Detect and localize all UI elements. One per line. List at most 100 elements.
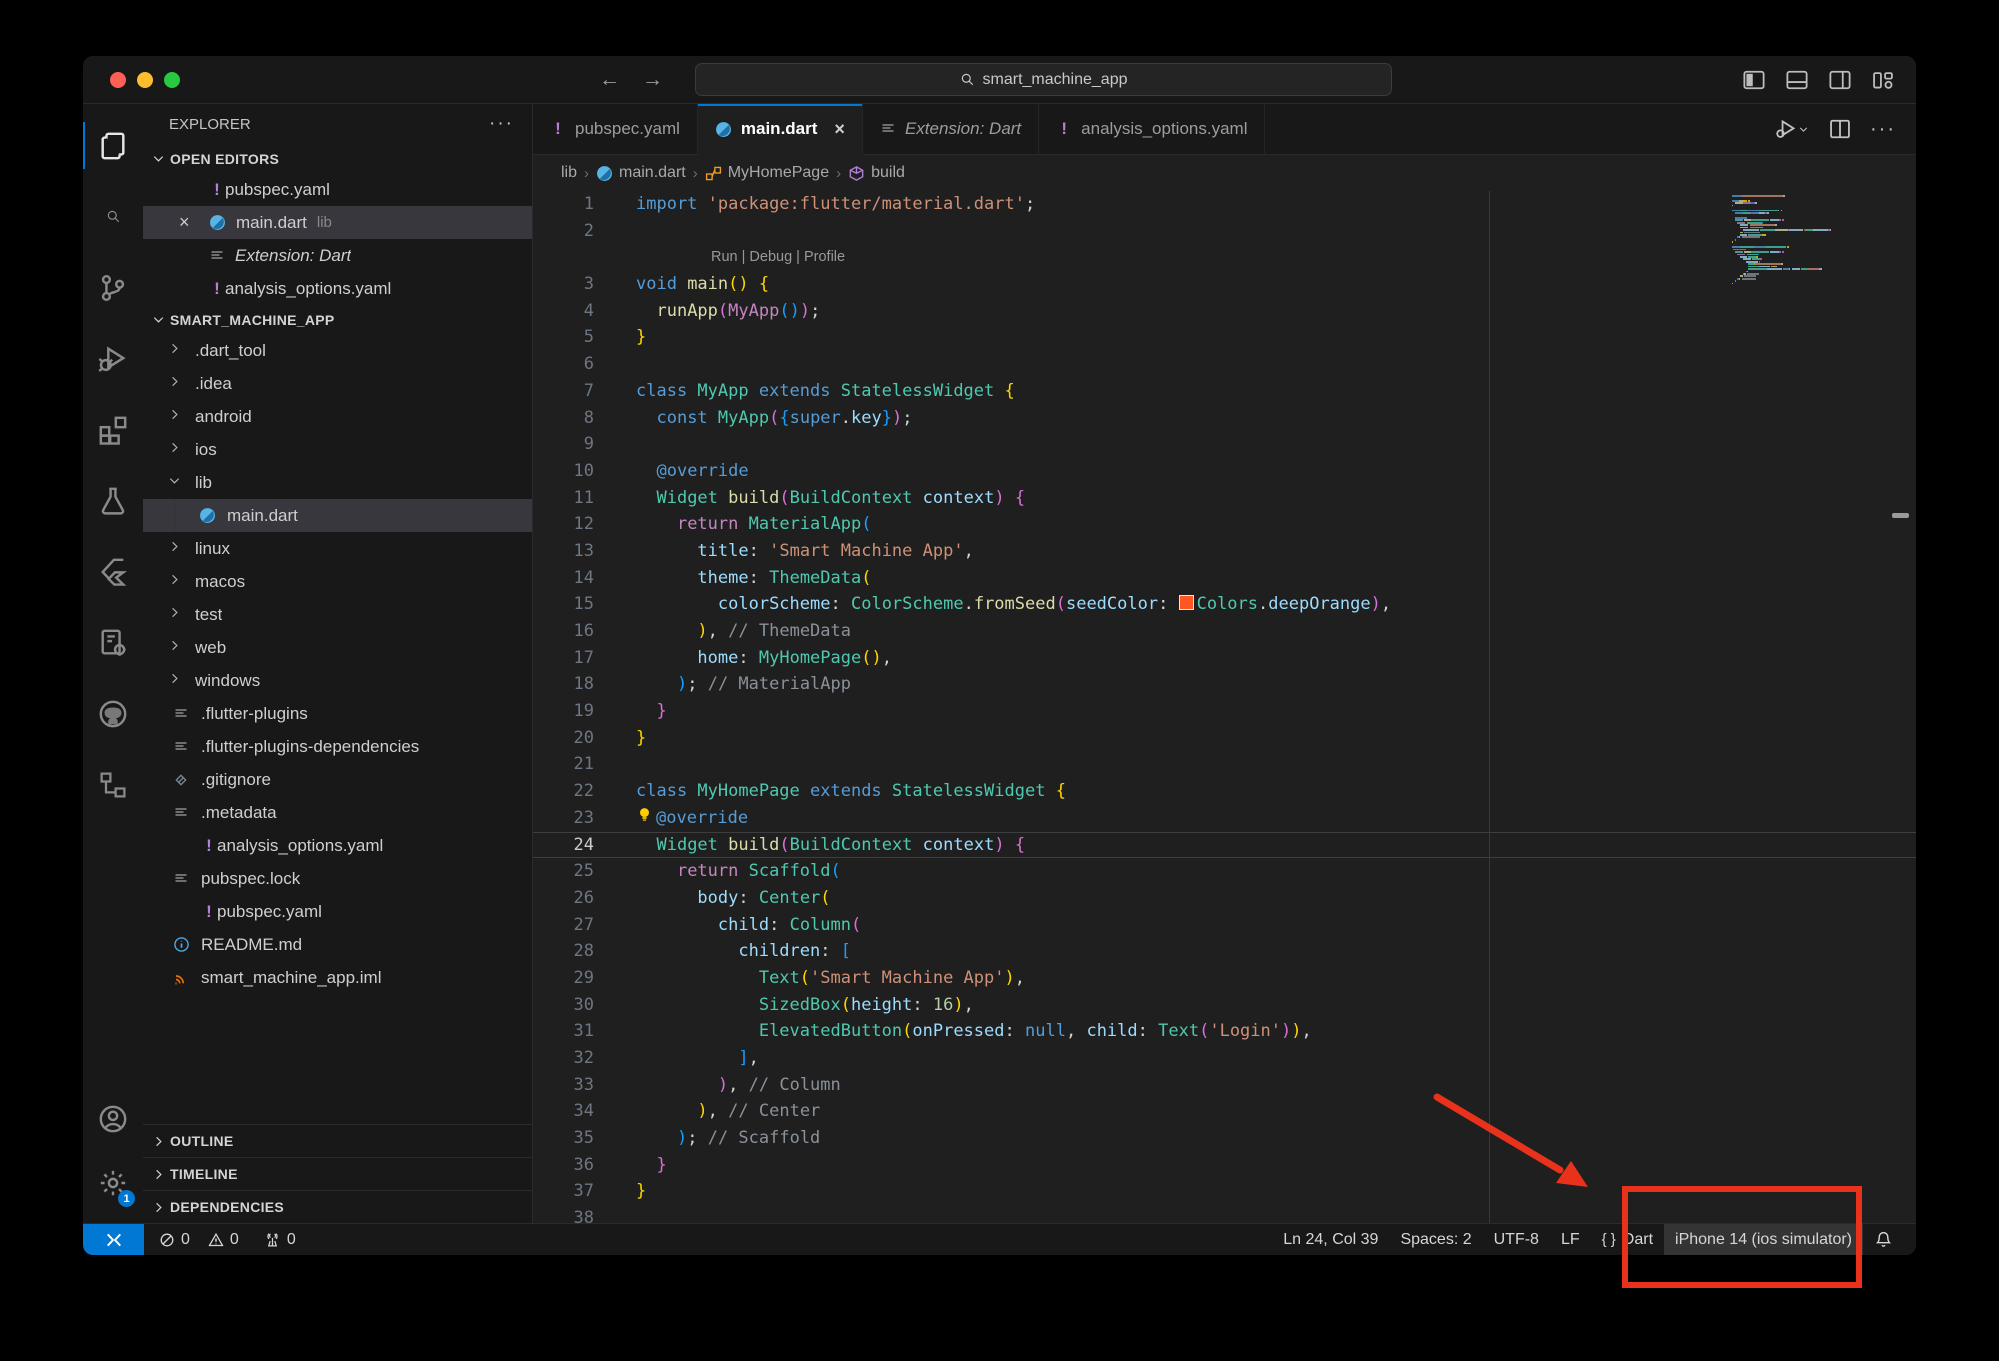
close-button[interactable]: [110, 72, 126, 88]
code-line-9[interactable]: 9: [533, 431, 1916, 458]
panel-right-icon[interactable]: [1829, 69, 1851, 91]
code-line-6[interactable]: 6: [533, 351, 1916, 378]
close-icon[interactable]: ×: [834, 119, 845, 140]
code-line-8[interactable]: 8 const MyApp({super.key});: [533, 405, 1916, 432]
notifications-bell[interactable]: [1863, 1224, 1904, 1255]
code-line-3[interactable]: 3void main() {: [533, 271, 1916, 298]
code-line-37[interactable]: 37}: [533, 1178, 1916, 1205]
tree-folder-test[interactable]: test: [143, 598, 532, 631]
code-line-22[interactable]: 22class MyHomePage extends StatelessWidg…: [533, 778, 1916, 805]
code-line-20[interactable]: 20}: [533, 725, 1916, 752]
tree-folder-.idea[interactable]: .idea: [143, 367, 532, 400]
code-line-11[interactable]: 11 Widget build(BuildContext context) {: [533, 485, 1916, 512]
activity-dev-tools[interactable]: [83, 607, 143, 678]
tree-file-analysis_options.yaml[interactable]: !analysis_options.yaml: [143, 829, 532, 862]
code-line-38[interactable]: 38: [533, 1205, 1916, 1223]
code-line-13[interactable]: 13 title: 'Smart Machine App',: [533, 538, 1916, 565]
device-selector[interactable]: iPhone 14 (ios simulator): [1664, 1224, 1863, 1255]
tree-file-.metadata[interactable]: .metadata: [143, 796, 532, 829]
code-line-30[interactable]: 30 SizedBox(height: 16),: [533, 992, 1916, 1019]
open-editor-item[interactable]: !analysis_options.yaml: [143, 272, 532, 305]
back-button[interactable]: ←: [599, 68, 620, 92]
customize-layout-icon[interactable]: [1872, 69, 1894, 91]
open-editor-item[interactable]: Extension: Dart: [143, 239, 532, 272]
code-line-27[interactable]: 27 child: Column(: [533, 912, 1916, 939]
code-line-32[interactable]: 32 ],: [533, 1045, 1916, 1072]
tree-folder-ios[interactable]: ios: [143, 433, 532, 466]
code-line-7[interactable]: 7class MyApp extends StatelessWidget {: [533, 378, 1916, 405]
activity-source-control[interactable]: [83, 252, 143, 323]
open-editor-item[interactable]: × main.dartlib: [143, 206, 532, 239]
activity-accounts[interactable]: [83, 1087, 143, 1151]
tree-folder-linux[interactable]: linux: [143, 532, 532, 565]
breadcrumb-item[interactable]: lib: [561, 164, 577, 182]
more-actions[interactable]: ···: [1870, 118, 1896, 141]
open-editor-item[interactable]: !pubspec.yaml: [143, 173, 532, 206]
activity-testing[interactable]: [83, 465, 143, 536]
lightbulb-icon[interactable]: [636, 806, 656, 823]
code-line-28[interactable]: 28 children: [: [533, 938, 1916, 965]
tree-file-README.md[interactable]: README.md: [143, 928, 532, 961]
tab-main-dart[interactable]: main.dart×: [698, 104, 863, 155]
tree-file-smart_machine_app.iml[interactable]: smart_machine_app.iml: [143, 961, 532, 994]
codelens-line[interactable]: Run | Debug | Profile: [533, 244, 1916, 271]
activity-github[interactable]: [83, 678, 143, 749]
section-timeline[interactable]: TIMELINE: [143, 1157, 532, 1190]
section-outline[interactable]: OUTLINE: [143, 1124, 532, 1157]
activity-search[interactable]: [83, 181, 143, 252]
code-line-26[interactable]: 26 body: Center(: [533, 885, 1916, 912]
tree-file-.gitignore[interactable]: .gitignore: [143, 763, 532, 796]
activity-settings[interactable]: 1: [83, 1151, 143, 1215]
code-line-16[interactable]: 16 ), // ThemeData: [533, 618, 1916, 645]
code-line-34[interactable]: 34 ), // Center: [533, 1098, 1916, 1125]
code-line-33[interactable]: 33 ), // Column: [533, 1072, 1916, 1099]
tree-folder-android[interactable]: android: [143, 400, 532, 433]
indentation[interactable]: Spaces: 2: [1389, 1224, 1482, 1255]
breadcrumb-item[interactable]: MyHomePage: [705, 164, 829, 182]
broadcast-status[interactable]: 0: [264, 1231, 296, 1249]
forward-button[interactable]: →: [642, 68, 663, 92]
tree-file-.flutter-plugins[interactable]: .flutter-plugins: [143, 697, 532, 730]
tree-folder-windows[interactable]: windows: [143, 664, 532, 697]
encoding[interactable]: UTF-8: [1483, 1224, 1550, 1255]
open-editors-header[interactable]: OPEN EDITORS: [143, 144, 532, 173]
tree-file-.flutter-plugins-dependencies[interactable]: .flutter-plugins-dependencies: [143, 730, 532, 763]
split-editor[interactable]: [1829, 118, 1851, 140]
project-root-header[interactable]: SMART_MACHINE_APP: [143, 305, 532, 334]
activity-explorer[interactable]: [83, 110, 143, 181]
code-line-17[interactable]: 17 home: MyHomePage(),: [533, 645, 1916, 672]
code-line-12[interactable]: 12 return MaterialApp(: [533, 511, 1916, 538]
tree-folder-.dart_tool[interactable]: .dart_tool: [143, 334, 532, 367]
problems-button[interactable]: 00: [159, 1231, 239, 1249]
tree-file-pubspec.yaml[interactable]: !pubspec.yaml: [143, 895, 532, 928]
end-of-line[interactable]: LF: [1550, 1224, 1591, 1255]
code-line-25[interactable]: 25 return Scaffold(: [533, 858, 1916, 885]
breadcrumb-item[interactable]: main.dart: [596, 164, 686, 182]
panel-left-icon[interactable]: [1743, 69, 1765, 91]
tree-folder-macos[interactable]: macos: [143, 565, 532, 598]
code-line-21[interactable]: 21: [533, 751, 1916, 778]
code-line-36[interactable]: 36 }: [533, 1152, 1916, 1179]
remote-indicator[interactable]: [83, 1224, 144, 1255]
zoom-button[interactable]: [164, 72, 180, 88]
code-line-35[interactable]: 35 ); // Scaffold: [533, 1125, 1916, 1152]
activity-extensions[interactable]: [83, 394, 143, 465]
code-line-14[interactable]: 14 theme: ThemeData(: [533, 565, 1916, 592]
run-or-debug-menu[interactable]: [1775, 118, 1810, 140]
command-center-search[interactable]: smart_machine_app: [695, 63, 1392, 96]
code-line-23[interactable]: 23@override: [533, 805, 1916, 832]
tab-extension-dart[interactable]: Extension: Dart: [863, 104, 1039, 154]
code-line-19[interactable]: 19 }: [533, 698, 1916, 725]
tab-analysis-options-yaml[interactable]: !analysis_options.yaml: [1039, 104, 1265, 154]
code-line-2[interactable]: 2: [533, 218, 1916, 245]
code-line-24[interactable]: 24 Widget build(BuildContext context) {: [533, 832, 1916, 859]
color-swatch[interactable]: [1179, 595, 1194, 610]
scrollbar-handle[interactable]: [1892, 513, 1909, 518]
cursor-position[interactable]: Ln 24, Col 39: [1272, 1224, 1389, 1255]
code-line-10[interactable]: 10 @override: [533, 458, 1916, 485]
code-editor[interactable]: 1import 'package:flutter/material.dart';…: [533, 191, 1916, 1223]
activity-references[interactable]: [83, 749, 143, 820]
activity-run-and-debug[interactable]: [83, 323, 143, 394]
code-line-1[interactable]: 1import 'package:flutter/material.dart';: [533, 191, 1916, 218]
minimize-button[interactable]: [137, 72, 153, 88]
